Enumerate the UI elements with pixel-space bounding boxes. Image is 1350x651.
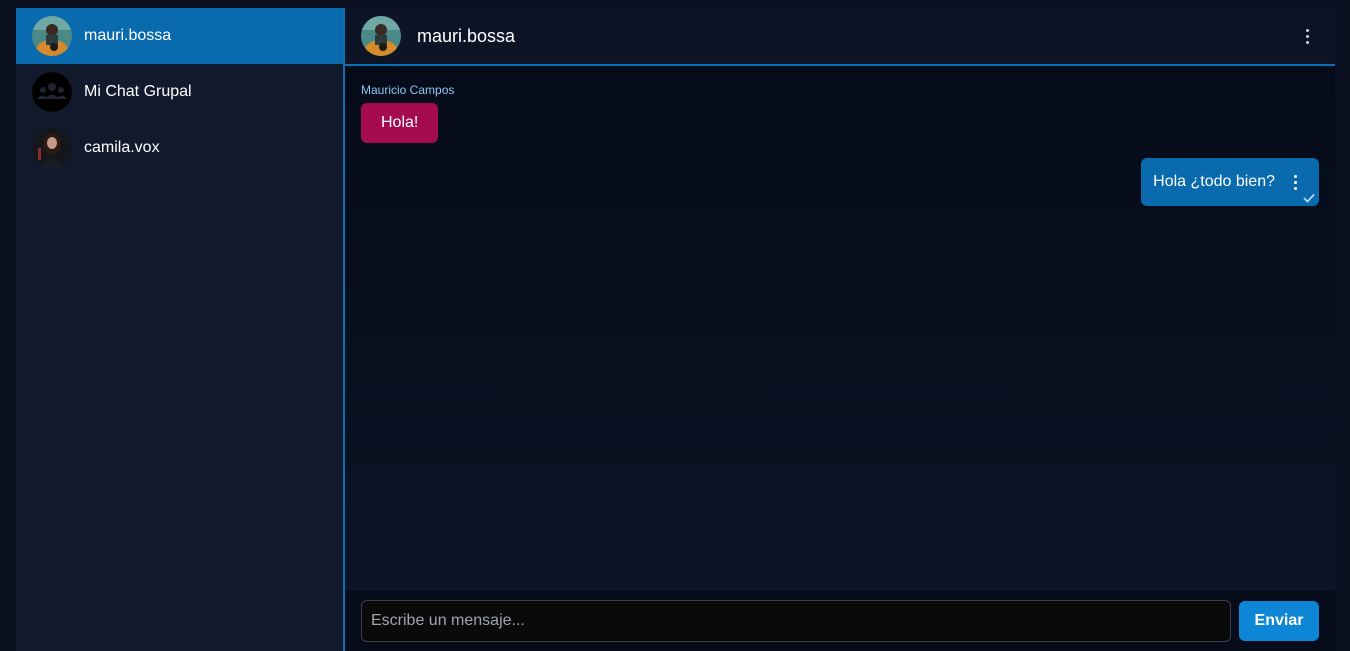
chat-list-sidebar: mauri.bossa Mi Chat Grupal camila.vox [16, 8, 345, 651]
incoming-message: Mauricio Campos Hola! [361, 83, 454, 143]
conversation-panel: mauri.bossa Mauricio Campos Hola! Hola ¿… [345, 8, 1335, 651]
check-icon [1303, 193, 1315, 203]
outgoing-message-bubble: Hola ¿todo bien? [1141, 158, 1319, 206]
kebab-menu-icon[interactable] [1295, 24, 1319, 48]
chat-app: mauri.bossa Mi Chat Grupal camila.vox ma… [16, 8, 1335, 651]
chat-item-name: camila.vox [84, 139, 160, 156]
message-list: Mauricio Campos Hola! Hola ¿todo bien? [345, 66, 1335, 591]
outgoing-message-text: Hola ¿todo bien? [1153, 173, 1275, 190]
chat-item-name: Mi Chat Grupal [84, 83, 192, 100]
message-sender-name: Mauricio Campos [361, 83, 455, 97]
incoming-message-bubble: Hola! [361, 103, 439, 143]
kebab-menu-icon[interactable] [1283, 170, 1307, 194]
message-input[interactable] [361, 600, 1231, 642]
conversation-title: mauri.bossa [417, 25, 516, 46]
chat-item-mauri-bossa[interactable]: mauri.bossa [16, 8, 343, 64]
chat-item-mi-chat-grupal[interactable]: Mi Chat Grupal [16, 64, 343, 120]
group-avatar [32, 72, 72, 112]
chat-item-name: mauri.bossa [84, 27, 172, 44]
message-composer: Enviar [345, 591, 1335, 651]
guitar-player-avatar [32, 16, 72, 56]
send-button[interactable]: Enviar [1239, 601, 1319, 641]
conversation-header: mauri.bossa [345, 8, 1335, 66]
guitar-player-avatar [361, 16, 401, 56]
chat-item-camila-vox[interactable]: camila.vox [16, 120, 343, 176]
woman-avatar [32, 128, 72, 168]
